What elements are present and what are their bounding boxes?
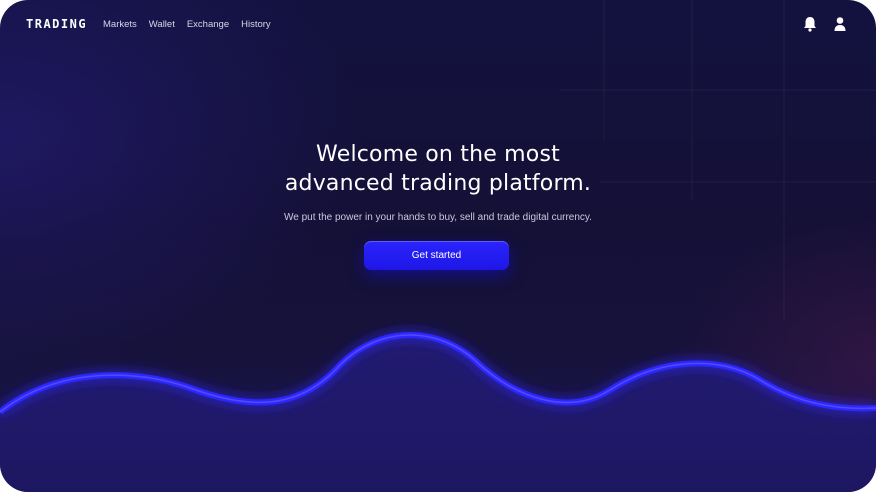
nav-history[interactable]: History xyxy=(241,19,271,30)
hero-section: Welcome on the most advanced trading pla… xyxy=(0,140,876,223)
user-icon[interactable] xyxy=(832,15,848,33)
bell-icon[interactable] xyxy=(802,15,818,33)
top-navbar: TRADING Markets Wallet Exchange History xyxy=(0,0,876,50)
hero-title-line2: advanced trading platform. xyxy=(284,171,592,196)
hero-title: Welcome on the most advanced trading pla… xyxy=(0,140,876,198)
app-window: TRADING Markets Wallet Exchange History … xyxy=(0,0,876,492)
get-started-button[interactable]: Get started xyxy=(364,241,509,270)
hero-wave-graphic xyxy=(0,332,876,492)
hero-title-line1: Welcome on the most xyxy=(316,142,560,167)
nav-exchange[interactable]: Exchange xyxy=(187,19,229,30)
hero-subtitle: We put the power in your hands to buy, s… xyxy=(284,212,592,223)
main-nav: Markets Wallet Exchange History xyxy=(103,19,271,30)
nav-markets[interactable]: Markets xyxy=(103,19,137,30)
nav-wallet[interactable]: Wallet xyxy=(149,19,175,30)
brand-logo[interactable]: TRADING xyxy=(26,17,87,31)
